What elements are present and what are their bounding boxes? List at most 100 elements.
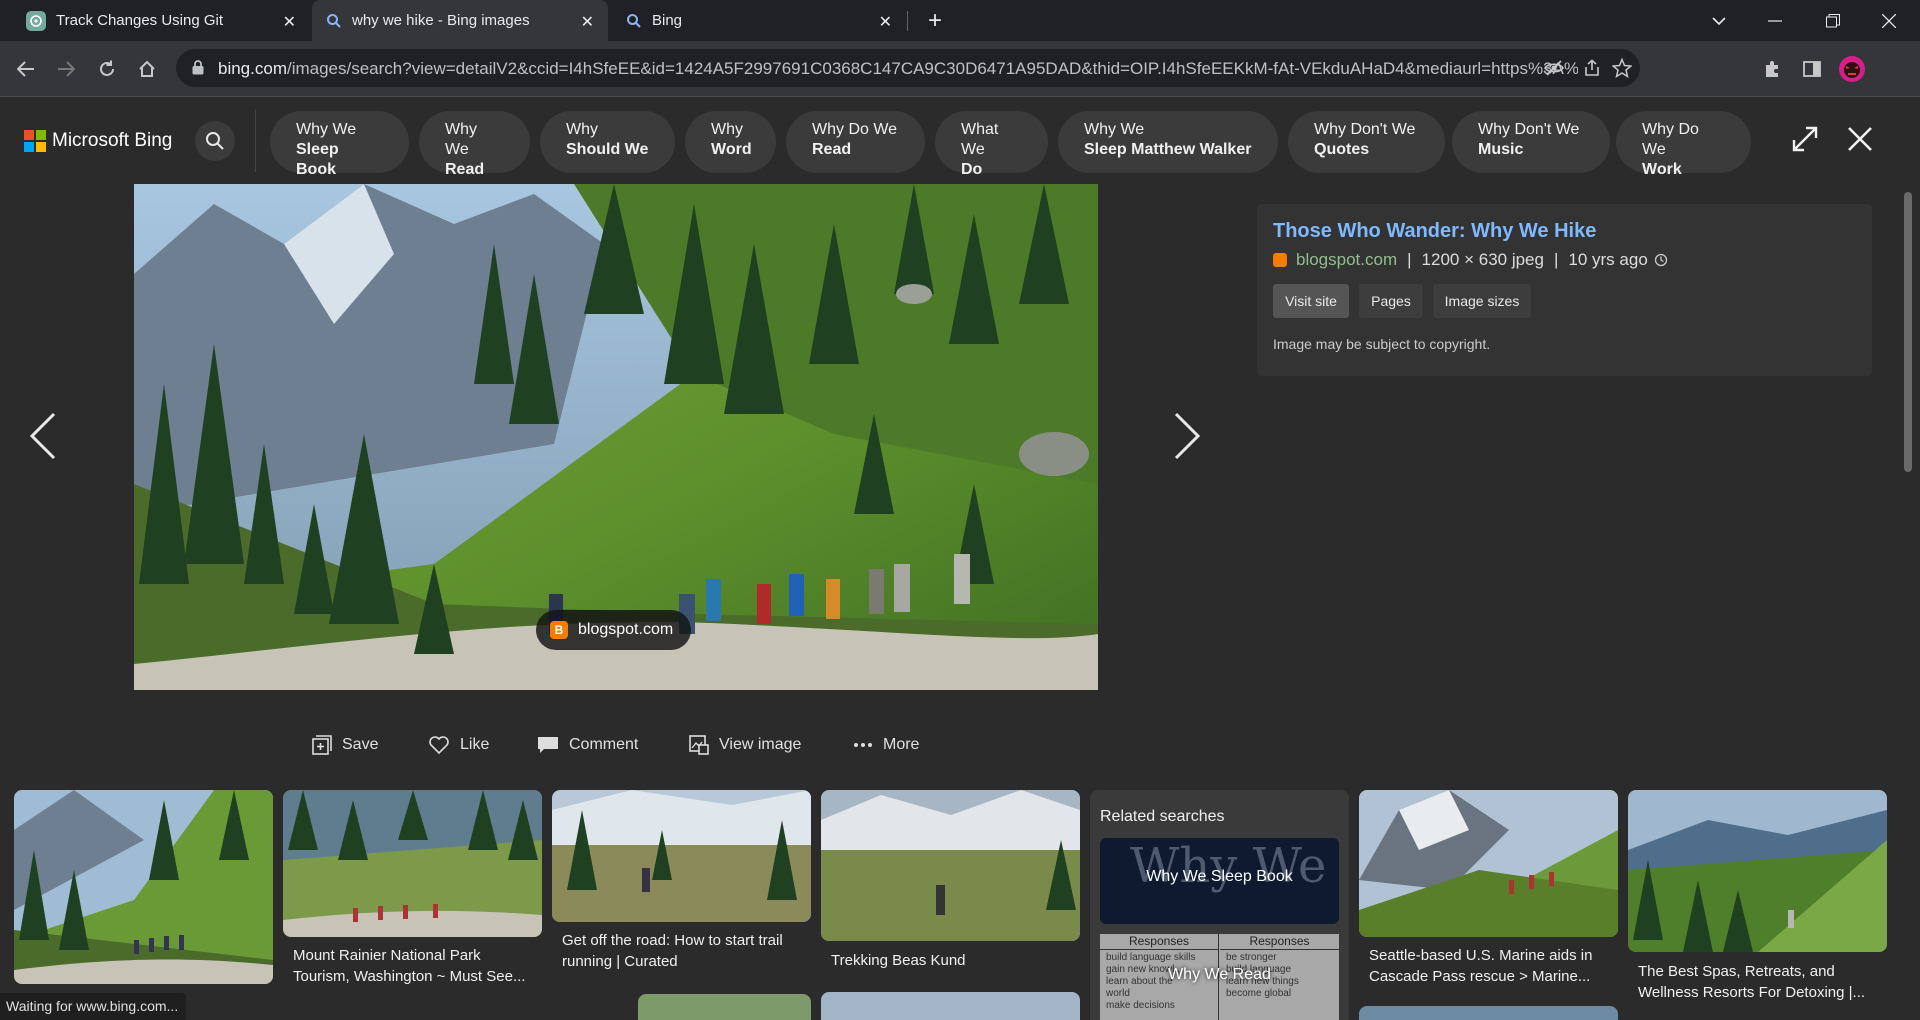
suggestion-chip[interactable]: What We Do [935, 111, 1048, 178]
thumbnail-image[interactable] [14, 790, 273, 984]
chip-line1: Why We [445, 121, 477, 158]
suggestion-chip[interactable]: Why We Read [419, 111, 530, 178]
thumbnail-caption[interactable]: Seattle-based U.S. Marine aids in Cascad… [1369, 945, 1609, 987]
meta-separator: | [1407, 250, 1412, 269]
like-action[interactable]: Like [428, 731, 489, 759]
url-domain: bing.com [218, 59, 287, 78]
eye-off-icon[interactable] [1544, 59, 1564, 82]
url-text[interactable]: bing.com/images/search?view=detailV2&cci… [218, 59, 1578, 79]
suggestion-chip[interactable]: Why Do We Read [786, 111, 925, 173]
thumbnail-image[interactable] [1359, 790, 1618, 937]
suggestion-chip[interactable]: Why Don't We Quotes [1288, 111, 1445, 173]
thumbnail-image[interactable] [283, 790, 542, 937]
address-bar[interactable]: bing.com/images/search?view=detailV2&cci… [176, 49, 1640, 87]
more-action[interactable]: More [853, 731, 919, 759]
responses-header: Responses [1100, 934, 1218, 950]
chip-line2: Sleep Book [296, 141, 339, 178]
thumbnail-image[interactable] [552, 790, 811, 922]
share-icon[interactable] [1583, 59, 1601, 82]
suggestion-chip[interactable]: Why Don't We Music [1452, 111, 1610, 173]
chip-line1: What We [961, 121, 999, 158]
pages-button[interactable]: Pages [1359, 284, 1423, 318]
suggestion-chip[interactable]: Why We Sleep Matthew Walker [1058, 111, 1278, 173]
home-icon [139, 60, 155, 77]
home-button[interactable] [133, 55, 161, 83]
suggestion-chip[interactable]: Why We Sleep Book [270, 111, 409, 178]
side-panel-icon [1803, 61, 1821, 77]
header-divider [255, 110, 256, 172]
main-image[interactable]: B blogspot.com [134, 184, 1098, 690]
image-age: 10 yrs ago [1568, 250, 1648, 269]
tab-bing[interactable]: Bing ✕ [610, 0, 906, 41]
thumbnail-image-partial[interactable] [638, 994, 811, 1020]
close-window-button[interactable] [1866, 0, 1912, 41]
thumbnail-image[interactable] [821, 790, 1080, 941]
close-detail-button[interactable] [1847, 126, 1873, 157]
suggestion-chip[interactable]: Why Do We Work [1616, 111, 1751, 178]
expand-icon [1792, 126, 1818, 152]
chip-line2: Quotes [1314, 141, 1370, 158]
thumbnail-image-partial[interactable] [1359, 1006, 1618, 1020]
related-item-why-we-read[interactable]: Responses build language skills gain new… [1100, 934, 1339, 1020]
scrollbar-thumb[interactable] [1904, 192, 1912, 472]
chip-line2: Sleep Matthew Walker [1084, 141, 1252, 158]
thumbnail-caption[interactable]: Mount Rainier National Park Tourism, Was… [293, 945, 535, 987]
thumbnail-image[interactable] [1628, 790, 1887, 952]
save-action[interactable]: Save [312, 731, 378, 759]
response-item: become global [1226, 988, 1292, 999]
related-searches-title: Related searches [1100, 808, 1225, 825]
chip-line2: Read [445, 161, 485, 178]
tab-why-we-hike[interactable]: why we hike - Bing images ✕ [312, 0, 608, 41]
chip-line2: Should We [566, 141, 649, 158]
related-item-why-we-sleep-book[interactable]: Why We Why We Sleep Book [1100, 838, 1339, 924]
new-tab-button[interactable]: + [912, 0, 958, 41]
microsoft-logo-icon [24, 130, 46, 152]
bing-logo[interactable]: Microsoft Bing [24, 130, 172, 152]
puzzle-icon [1766, 61, 1778, 77]
avatar [1839, 56, 1865, 82]
page-scrollbar[interactable] [1897, 184, 1920, 1020]
tab-search-button[interactable] [1696, 0, 1742, 41]
responses-header: Responses [1220, 934, 1339, 950]
chevron-down-icon [1712, 16, 1726, 25]
comment-action[interactable]: Comment [537, 731, 638, 759]
suggestion-chip[interactable]: Why Word [685, 111, 776, 173]
reload-button[interactable] [93, 55, 121, 83]
thumbnail-caption[interactable]: Get off the road: How to start trail run… [562, 930, 802, 972]
visit-site-button[interactable]: Visit site [1273, 284, 1349, 318]
next-image-button[interactable] [1172, 411, 1202, 466]
close-tab-icon[interactable]: ✕ [581, 12, 594, 32]
image-title-link[interactable]: Those Who Wander: Why We Hike [1273, 220, 1596, 243]
blogger-icon: B [550, 621, 568, 639]
restore-button[interactable] [1810, 0, 1856, 41]
response-item: world [1106, 988, 1130, 999]
heart-icon [429, 736, 449, 755]
search-button[interactable] [195, 121, 235, 161]
side-panel-button[interactable] [1798, 55, 1826, 83]
expand-button[interactable] [1790, 124, 1820, 159]
chip-line1: Why We [1084, 121, 1145, 138]
thumbnail-caption[interactable]: The Best Spas, Retreats, and Wellness Re… [1638, 961, 1878, 1003]
close-tab-icon[interactable]: ✕ [879, 12, 892, 32]
view-image-action[interactable]: View image [689, 731, 801, 759]
previous-image-button[interactable] [28, 411, 58, 466]
chevron-left-icon [29, 412, 56, 460]
profile-button[interactable] [1838, 55, 1866, 83]
extensions-button[interactable] [1758, 55, 1786, 83]
forward-button[interactable] [52, 55, 80, 83]
back-button[interactable] [12, 55, 40, 83]
bing-header: Microsoft Bing Why We Sleep Book Why We Re… [0, 98, 1920, 184]
more-label: More [883, 736, 920, 753]
thumbnail-caption[interactable]: Trekking Beas Kund [831, 950, 1071, 971]
thumbnail-image-partial[interactable] [821, 992, 1080, 1020]
bookmark-star-icon[interactable] [1611, 57, 1633, 83]
close-tab-icon[interactable]: ✕ [283, 12, 296, 32]
source-badge[interactable]: B blogspot.com [536, 610, 692, 650]
image-sizes-button[interactable]: Image sizes [1433, 284, 1531, 318]
status-bar: Waiting for www.bing.com... [0, 993, 187, 1020]
source-domain[interactable]: blogspot.com [1296, 250, 1397, 270]
lock-icon[interactable] [192, 60, 204, 80]
minimize-button[interactable] [1752, 0, 1798, 41]
tab-track-changes[interactable]: Track Changes Using Git ✕ [10, 0, 310, 41]
suggestion-chip[interactable]: Why Should We [540, 111, 675, 173]
